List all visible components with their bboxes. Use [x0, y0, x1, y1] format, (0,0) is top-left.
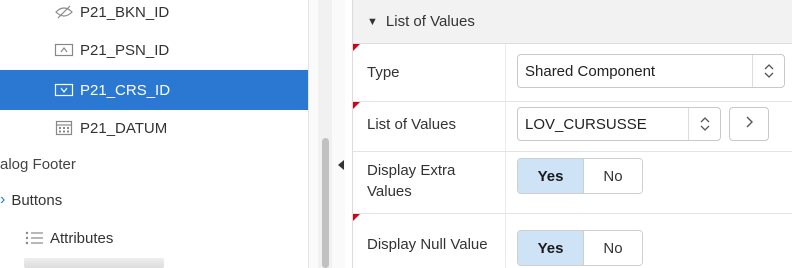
text-field-icon [54, 42, 74, 58]
tree-item-p21-datum[interactable]: P21_DATUM [0, 108, 308, 148]
triangle-down-icon: ▼ [367, 15, 378, 28]
tree-section-dialog-footer[interactable]: alog Footer [0, 144, 308, 184]
group-title: List of Values [385, 13, 475, 30]
group-header-list-of-values[interactable]: ▼ List of Values [353, 0, 792, 44]
required-marker [353, 102, 360, 109]
tree-item-p21-crs-id[interactable]: P21_CRS_ID [0, 70, 308, 110]
tree-section-label: alog Footer [0, 155, 76, 173]
tree-item-label: P21_DATUM [80, 119, 168, 137]
up-down-chevron-icon[interactable] [688, 108, 720, 140]
property-editor: ▼ List of Values Type Shared Component L… [352, 0, 792, 268]
property-row-display-null-value: Display Null Value Yes No [353, 214, 792, 268]
required-marker [353, 214, 360, 221]
tree-item-label: Attributes [50, 229, 114, 247]
column-separator [505, 214, 506, 268]
property-row-display-extra-values: Display Extra Values Yes No [353, 152, 792, 214]
property-label: Type [367, 64, 400, 81]
property-row-type: Type Shared Component [353, 44, 792, 102]
chevron-right-icon [744, 115, 754, 134]
tree-item-attributes[interactable]: Attributes [0, 218, 308, 258]
tree-item-label: P21_BKN_ID [80, 3, 170, 21]
toggle-yes-option[interactable]: Yes [518, 231, 584, 265]
hidden-item-icon [54, 4, 74, 20]
display-extra-values-toggle[interactable]: Yes No [517, 158, 643, 194]
toggle-yes-option[interactable]: Yes [518, 159, 584, 193]
list-icon [24, 230, 44, 246]
property-row-list-of-values: List of Values LOV_CURSUSSE [353, 102, 792, 152]
column-separator [505, 102, 506, 151]
toggle-no-option[interactable]: No [584, 159, 642, 193]
select-list-icon [54, 82, 74, 98]
tree-item-p21-psn-id[interactable]: P21_PSN_ID [0, 30, 308, 70]
toggle-no-option[interactable]: No [584, 231, 642, 265]
type-select[interactable]: Shared Component [517, 54, 785, 88]
required-marker [353, 44, 360, 51]
property-label: Display Extra Values [367, 162, 456, 200]
tree-item-label: P21_CRS_ID [80, 81, 171, 99]
property-label: List of Values [367, 116, 456, 133]
tree-item-label: P21_PSN_ID [80, 41, 170, 59]
column-separator [505, 152, 506, 213]
tree-item-p21-bkn-id[interactable]: P21_BKN_ID [0, 0, 308, 32]
page-tree-panel: P21_BKN_ID P21_PSN_ID P21_CRS_ID P21_DAT… [0, 0, 308, 268]
column-separator [505, 44, 506, 101]
property-label: Display Null Value [367, 236, 488, 253]
tree-section-buttons[interactable]: › Buttons [0, 180, 308, 220]
select-value: LOV_CURSUSSE [525, 115, 647, 133]
chevron-right-icon[interactable]: › [0, 191, 5, 209]
tree-section-label: Buttons [11, 191, 63, 209]
scrollbar-thumb[interactable] [322, 138, 329, 268]
go-to-shared-component-button[interactable] [729, 107, 769, 141]
date-picker-icon [54, 120, 74, 136]
up-down-chevron-icon[interactable] [752, 55, 784, 87]
display-null-value-toggle[interactable]: Yes No [517, 230, 643, 266]
select-value: Shared Component [525, 62, 656, 80]
truncated-tree-item [24, 258, 164, 268]
list-of-values-select[interactable]: LOV_CURSUSSE [517, 107, 721, 141]
collapse-panel-icon[interactable] [338, 160, 344, 170]
